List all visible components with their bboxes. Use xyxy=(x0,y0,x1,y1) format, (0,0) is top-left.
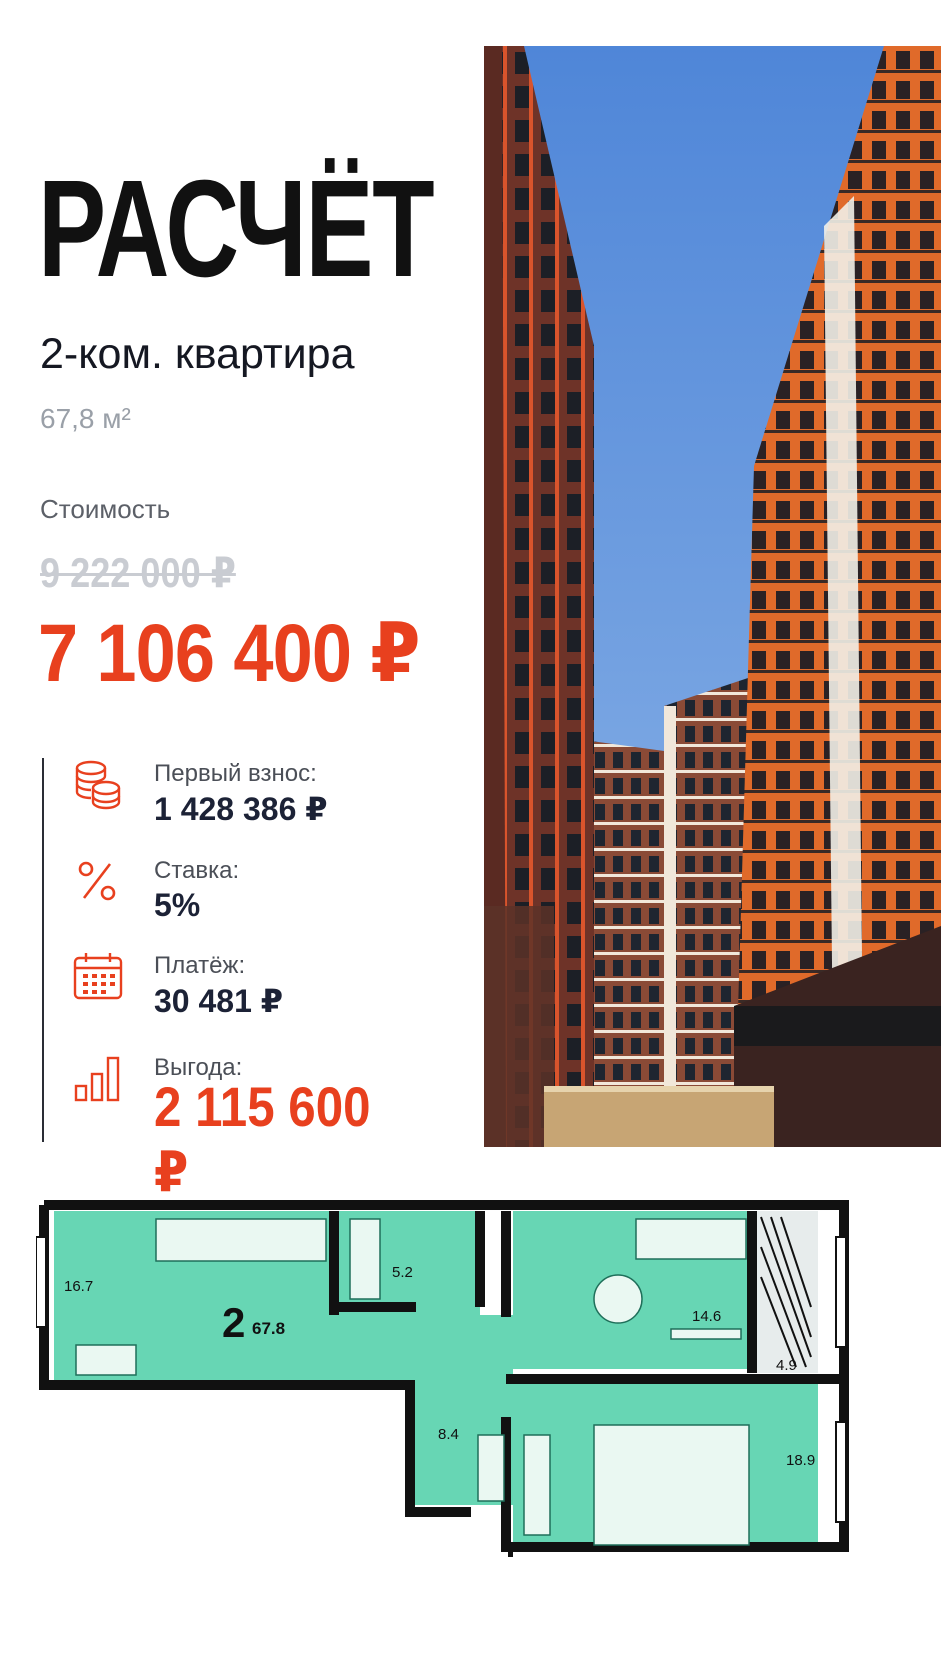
stat-label: Ставка: xyxy=(154,857,240,884)
room-area-label: 4.9 xyxy=(776,1357,797,1374)
stat-benefit: Выгода: 2 115 600 ₽ xyxy=(72,1052,432,1203)
stat-label: Первый взнос: xyxy=(154,760,317,787)
stats-divider xyxy=(42,758,44,1142)
stat-rate: Ставка: 5% xyxy=(72,855,432,935)
room-area-label: 16.7 xyxy=(64,1278,93,1295)
room-area-label: 5.2 xyxy=(392,1264,413,1281)
bar-chart-icon xyxy=(74,1056,120,1102)
page-title: РАСЧЁТ xyxy=(38,152,435,306)
cost-label: Стоимость xyxy=(40,494,171,524)
coins-stack-icon xyxy=(75,760,121,810)
total-area: 67.8 xyxy=(252,1319,285,1338)
floor-plan: 16.7 5.2 14.6 4.9 8.4 18.9 2 67.8 xyxy=(35,1197,906,1572)
new-price: 7 106 400 ₽ xyxy=(38,608,420,699)
stat-value: 30 481 ₽ xyxy=(154,983,284,1019)
old-price: 9 222 000 ₽ xyxy=(40,549,236,596)
stat-value: 5% xyxy=(154,887,201,923)
room-area-label: 8.4 xyxy=(438,1426,459,1443)
rooms-count: 2 xyxy=(222,1299,245,1346)
room-area-label: 18.9 xyxy=(786,1452,815,1469)
stat-down-payment: Первый взнос: 1 428 386 ₽ xyxy=(72,758,432,838)
stat-value: 1 428 386 ₽ xyxy=(154,791,328,827)
apartment-type: 2-ком. квартира xyxy=(40,330,355,378)
stat-payment: Платёж: 30 481 ₽ xyxy=(72,950,432,1030)
percent-icon xyxy=(78,861,116,901)
building-photo xyxy=(484,46,941,1147)
room-area-label: 14.6 xyxy=(692,1308,721,1325)
stat-value: 2 115 600 ₽ xyxy=(154,1075,371,1203)
stat-label: Платёж: xyxy=(154,952,246,979)
apartment-area: 67,8 м² xyxy=(40,403,131,434)
calendar-icon xyxy=(73,953,123,1000)
